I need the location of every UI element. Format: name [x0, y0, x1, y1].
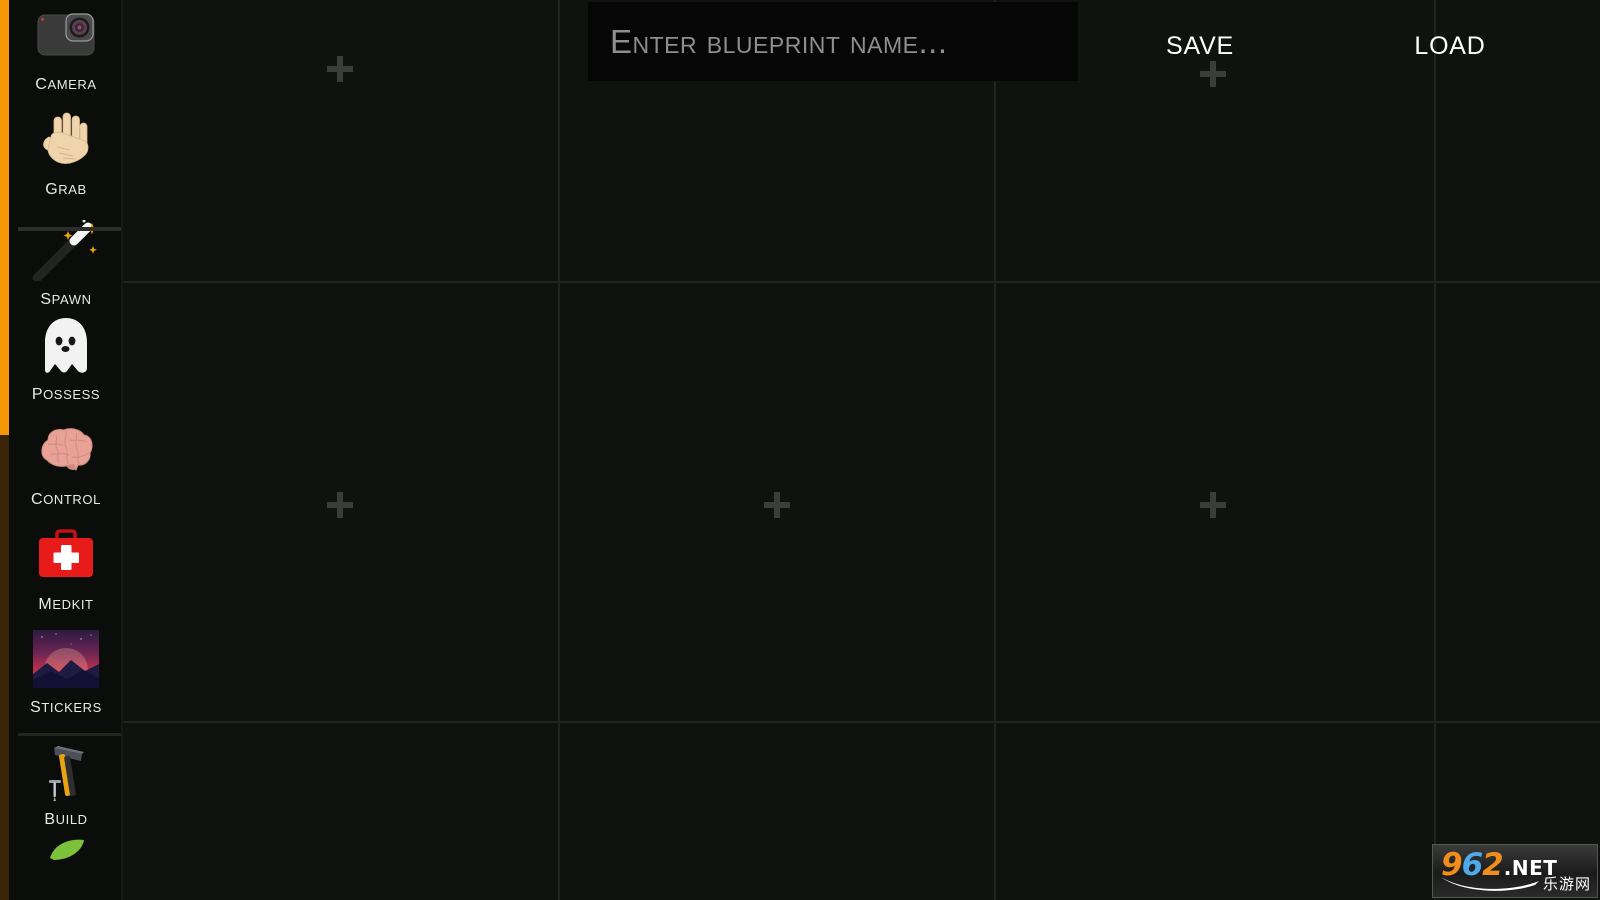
add-cell-button[interactable]	[327, 56, 353, 82]
camera-icon	[35, 4, 97, 66]
grid-line-horizontal	[123, 721, 1600, 723]
save-button[interactable]: Save	[1100, 2, 1300, 81]
sidebar-item-stickers[interactable]: Stickers	[9, 625, 121, 730]
sidebar-item-label: Build	[44, 803, 88, 829]
ghost-icon	[35, 314, 97, 376]
sidebar-item-camera[interactable]: Camera	[9, 0, 121, 105]
load-button[interactable]: Load	[1350, 2, 1550, 81]
sidebar-accent-bar	[0, 0, 9, 435]
sunset-image-icon	[33, 629, 99, 689]
sidebar-item-label: Camera	[35, 68, 97, 94]
medkit-icon	[35, 524, 97, 586]
sidebar-item-label: Possess	[31, 378, 101, 404]
sidebar-divider	[18, 227, 121, 231]
add-cell-button[interactable]	[764, 492, 790, 518]
sidebar-item-build[interactable]: Build	[9, 730, 121, 830]
hammer-icon	[36, 738, 96, 801]
brain-icon	[35, 419, 97, 481]
sidebar-item-control[interactable]: Control	[9, 415, 121, 520]
leaf-icon	[35, 834, 97, 864]
add-cell-button[interactable]	[327, 492, 353, 518]
grid-line-vertical	[558, 0, 560, 900]
grid-line-horizontal	[123, 281, 1600, 283]
sidebar-item-label: Stickers	[30, 691, 102, 717]
sidebar-item-next-partial[interactable]	[9, 830, 121, 870]
sidebar-accent-bar-dim	[0, 435, 9, 900]
sidebar-item-label: Control	[31, 483, 101, 509]
watermark-subtitle: 乐游网	[1542, 875, 1591, 893]
blueprint-editor-app: Camera	[0, 0, 1600, 900]
tool-sidebar: Camera	[0, 0, 123, 900]
sidebar-item-spawn[interactable]: Spawn	[9, 210, 121, 310]
tool-list: Camera	[9, 0, 121, 900]
sidebar-item-medkit[interactable]: Medkit	[9, 520, 121, 625]
site-watermark: 9 6 2 .NET 乐游网	[1432, 844, 1598, 898]
sidebar-item-label: Grab	[45, 173, 87, 199]
sidebar-item-label: Medkit	[38, 588, 94, 614]
add-cell-button[interactable]	[1200, 492, 1226, 518]
grid-line-vertical	[994, 0, 996, 900]
hand-icon	[35, 109, 97, 171]
sidebar-item-grab[interactable]: Grab	[9, 105, 121, 210]
sidebar-divider	[18, 733, 121, 736]
blueprint-name-input[interactable]	[588, 2, 1078, 81]
sidebar-item-possess[interactable]: Possess	[9, 310, 121, 415]
sidebar-item-label: Spawn	[40, 283, 92, 309]
grid-line-vertical	[1434, 0, 1436, 900]
blueprint-canvas[interactable]	[123, 0, 1600, 900]
watermark-swoosh-icon	[1441, 877, 1539, 891]
